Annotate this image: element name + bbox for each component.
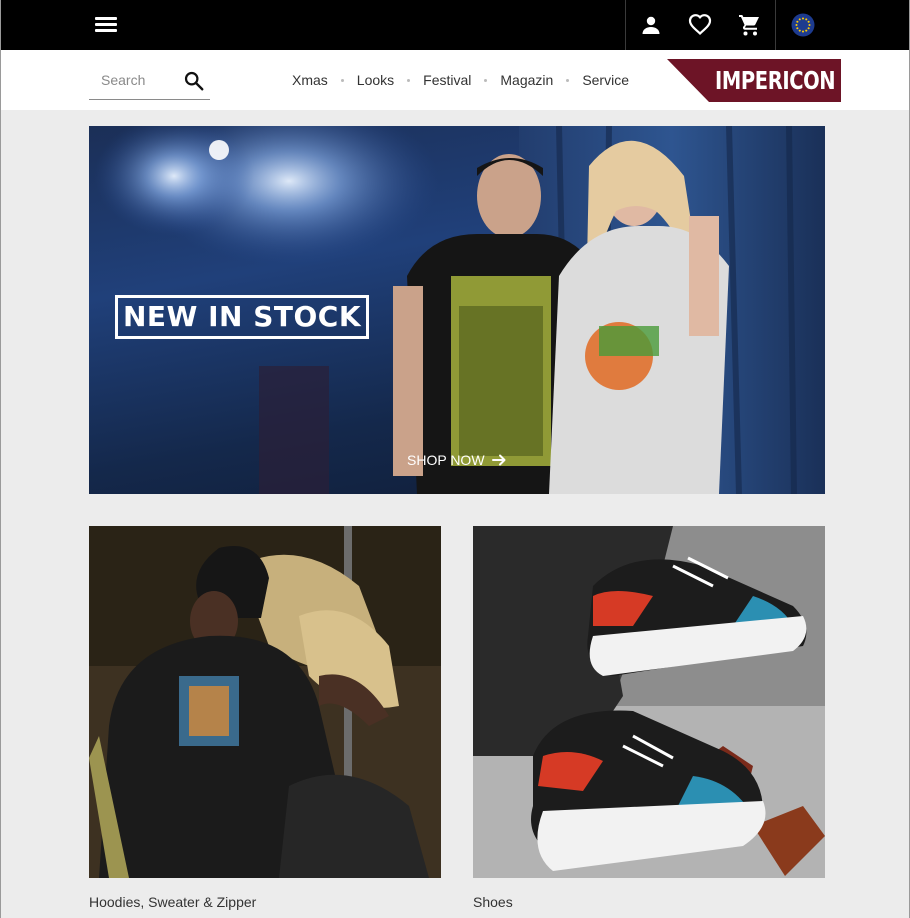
impericon-logo[interactable]: IMPERICON — [667, 59, 841, 102]
eu-star — [805, 29, 808, 32]
cart-icon[interactable] — [738, 13, 762, 37]
eu-star — [796, 27, 799, 30]
eu-star — [808, 23, 811, 27]
divider — [625, 0, 626, 50]
divider — [775, 0, 776, 50]
account-icon[interactable] — [639, 13, 663, 37]
shop-now-link[interactable]: SHOP NOW — [407, 450, 507, 470]
eu-flag-icon[interactable] — [791, 13, 815, 37]
search-box — [89, 64, 210, 100]
hamburger-menu-icon[interactable] — [95, 16, 117, 34]
category-label-shoes[interactable]: Shoes — [473, 892, 513, 912]
new-in-stock-badge: NEW IN STOCK — [115, 295, 369, 339]
nav-link-looks[interactable]: Looks — [349, 69, 402, 91]
nav-separator — [407, 78, 411, 82]
category-tile-shoes[interactable] — [473, 526, 825, 878]
category-tile-hoodies[interactable] — [89, 526, 441, 878]
eu-star — [795, 23, 798, 27]
eu-star — [796, 20, 799, 23]
top-bar — [1, 0, 909, 50]
hero-banner[interactable]: NEW IN STOCK SHOP NOW — [89, 126, 825, 494]
eu-star — [807, 20, 810, 23]
nav-link-service[interactable]: Service — [574, 69, 637, 91]
eu-star — [807, 27, 810, 30]
nav-separator — [566, 78, 570, 82]
eu-star — [798, 18, 801, 21]
eu-star — [801, 30, 805, 33]
eu-star — [805, 18, 808, 21]
arrow-right-icon — [491, 454, 506, 466]
category-label-hoodies[interactable]: Hoodies, Sweater & Zipper — [89, 892, 256, 912]
top-icon-group — [625, 0, 909, 50]
shop-now-label: SHOP NOW — [407, 452, 485, 468]
nav-link-magazin[interactable]: Magazin — [492, 69, 561, 91]
nav-link-festival[interactable]: Festival — [415, 69, 479, 91]
logo-text: IMPERICON — [715, 66, 836, 95]
nav-separator — [340, 78, 344, 82]
eu-star — [798, 29, 801, 32]
shoes-image — [473, 526, 825, 878]
search-icon[interactable] — [183, 70, 205, 92]
navigation-bar: Xmas Looks Festival Magazin Service IMPE… — [1, 50, 909, 110]
nav-link-xmas[interactable]: Xmas — [284, 69, 336, 91]
nav-separator — [484, 78, 488, 82]
hoodies-image — [89, 526, 441, 878]
wishlist-heart-icon[interactable] — [688, 13, 712, 37]
main-nav: Xmas Looks Festival Magazin Service — [284, 69, 637, 91]
eu-star — [801, 17, 805, 20]
search-input[interactable] — [89, 64, 177, 96]
